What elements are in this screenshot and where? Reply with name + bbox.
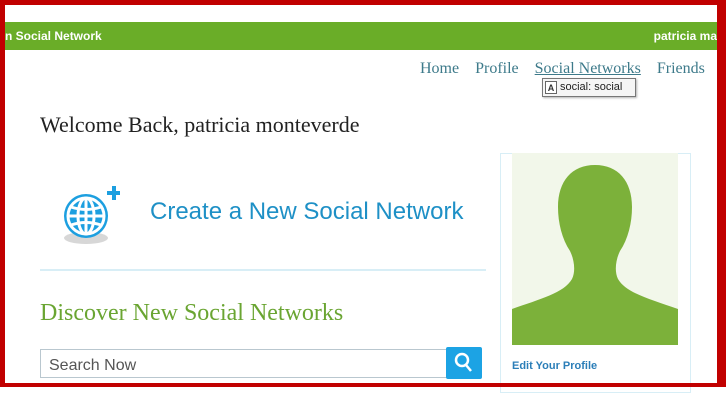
frame-border xyxy=(0,0,726,387)
frame-border-right xyxy=(717,0,726,387)
